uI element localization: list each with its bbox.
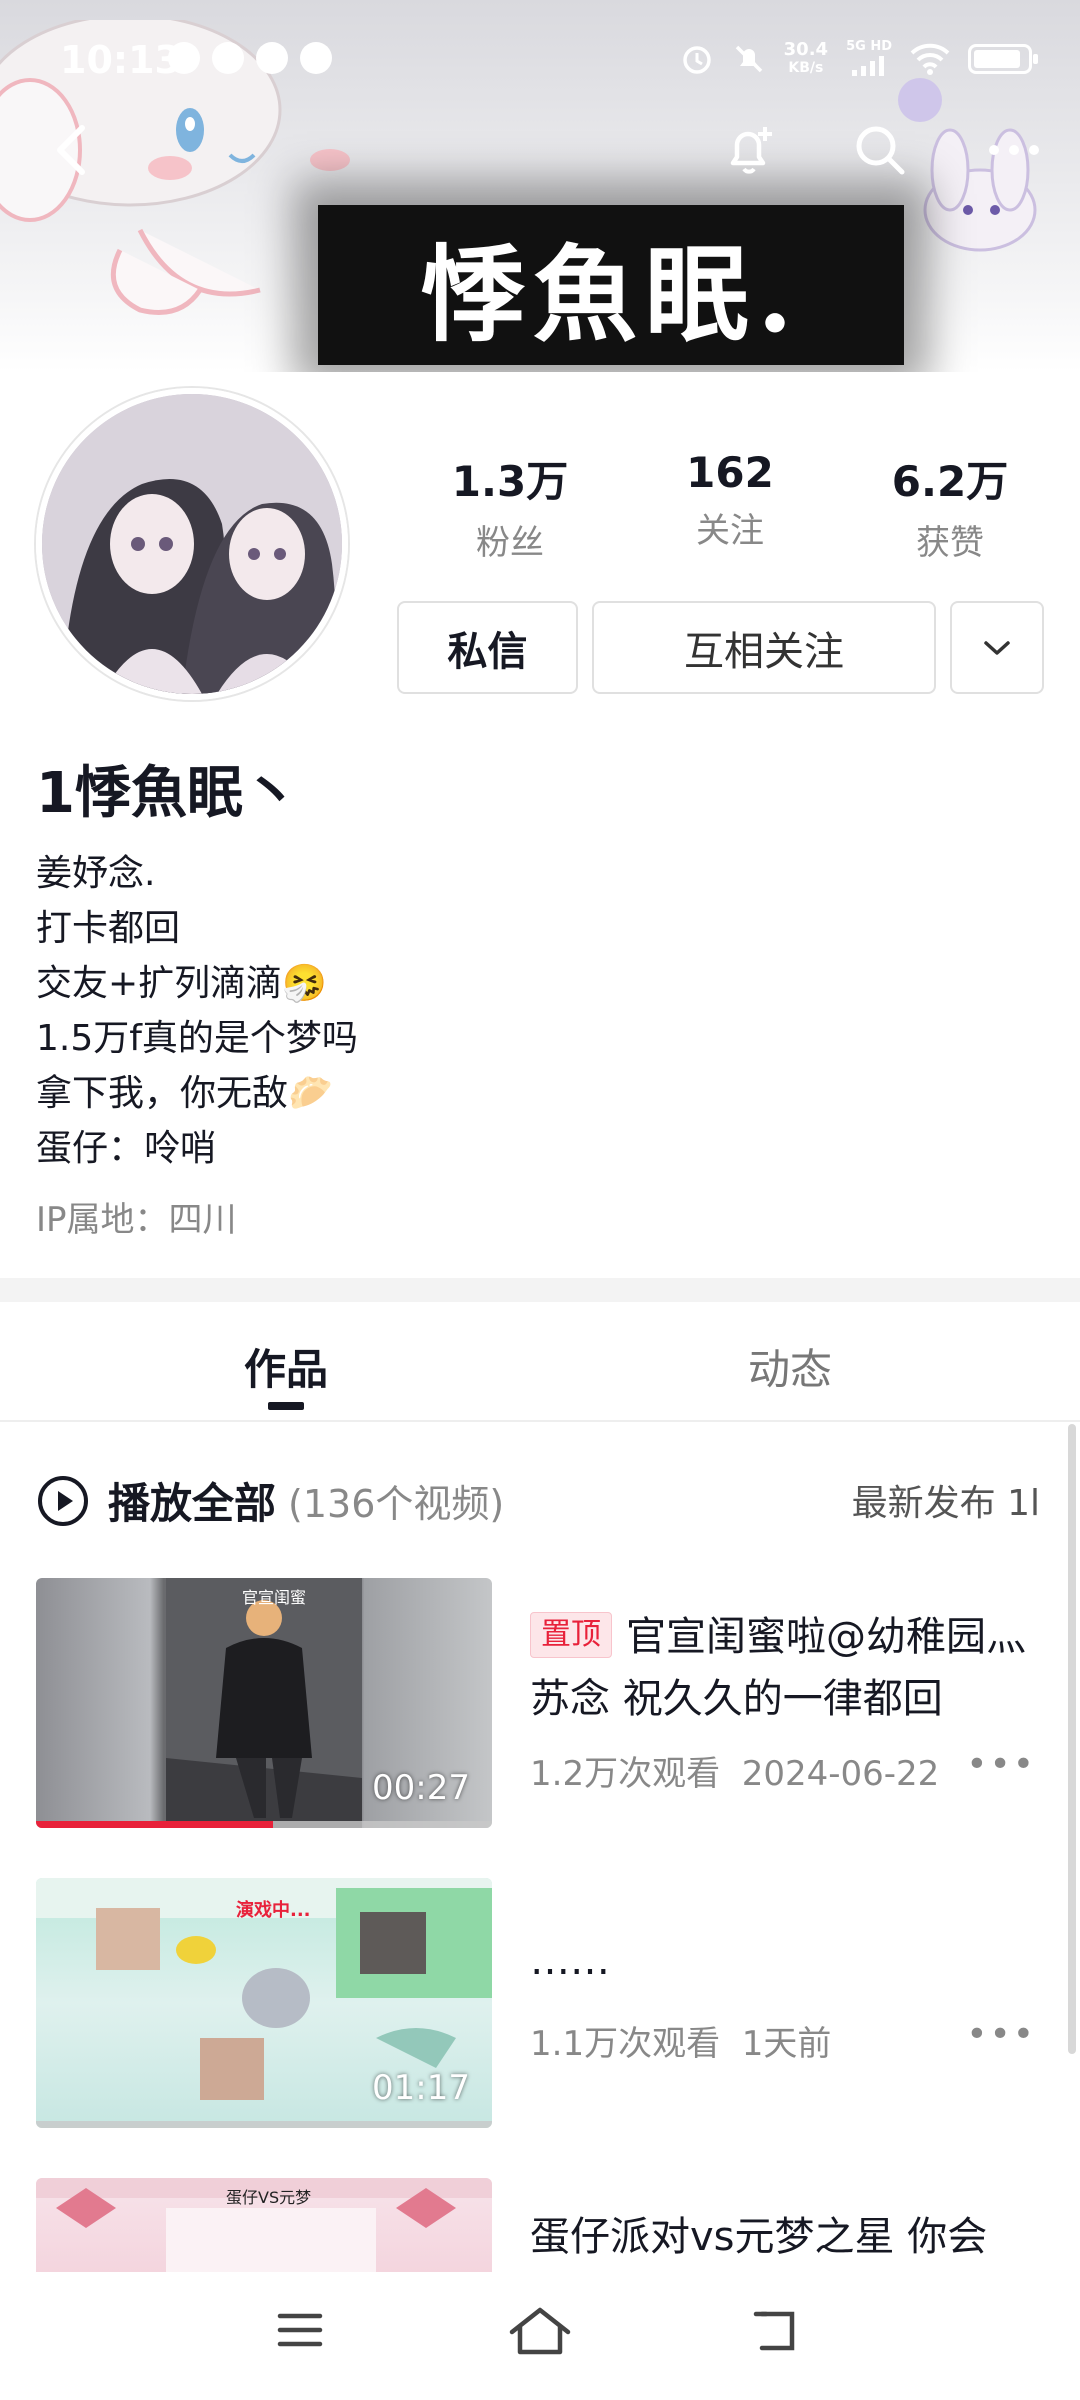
search-button[interactable]	[840, 110, 920, 190]
system-nav-bar	[0, 2272, 1080, 2400]
stat-followers[interactable]: 1.3万 粉丝	[400, 448, 620, 564]
play-all-label: 播放全部	[108, 1479, 277, 1528]
battery-icon	[968, 44, 1038, 74]
stat-following[interactable]: 162 关注	[620, 448, 840, 564]
video-duration: 01:17	[372, 2068, 470, 2108]
tab-works[interactable]: 作品	[244, 1336, 328, 1397]
status-time: 10:13	[60, 38, 181, 82]
more-options-button[interactable]	[974, 110, 1054, 190]
back-button[interactable]	[32, 110, 112, 190]
thumbnail-caption: 演戏中...	[236, 1900, 311, 1921]
alarm-icon	[682, 46, 711, 74]
network-speed: 30.4 KB/s	[783, 39, 829, 77]
more-dots-icon	[989, 145, 1039, 155]
thumbnail-caption: 官宣闺蜜	[242, 1588, 307, 1607]
search-icon	[856, 126, 905, 175]
video-title[interactable]: 置顶 官宣闺蜜啦@幼稚园灬苏念 祝久久的一律都回	[530, 1606, 1050, 1730]
stat-value: 162	[686, 448, 774, 497]
bio-line: 蛋仔：呤哨	[36, 1128, 217, 1169]
nickname: 1悸魚眠丶	[36, 761, 299, 826]
mute-icon	[735, 45, 762, 73]
network-type: 5G HD	[846, 38, 892, 80]
video-more-button[interactable]: •••	[966, 2014, 1036, 2055]
avatar[interactable]	[36, 388, 348, 700]
app-notification-icon	[168, 42, 200, 74]
mutual-follow-button[interactable]: 互相关注	[592, 601, 936, 694]
tab-feed[interactable]: 动态	[748, 1336, 832, 1397]
pinned-badge: 置顶	[530, 1612, 612, 1658]
recommend-expand-button[interactable]	[950, 601, 1044, 694]
menu-icon[interactable]	[276, 2306, 324, 2354]
play-circle-icon	[38, 1475, 88, 1526]
wechat-notification-icon	[256, 42, 288, 74]
video-title[interactable]: 蛋仔派对vs元梦之星 你会	[530, 2206, 1050, 2268]
view-count: 1.2万次观看	[530, 1754, 721, 1794]
video-more-button[interactable]: •••	[966, 1744, 1036, 1785]
thumbnail-caption: 蛋仔VS元梦	[226, 2188, 312, 2207]
bio-line: 打卡都回	[36, 908, 181, 949]
back-arrow-icon	[57, 125, 85, 175]
bio-line: 拿下我，你无敌🥟	[36, 1073, 333, 1114]
wifi-icon	[910, 43, 950, 75]
stat-label: 获赞	[916, 523, 984, 563]
stat-value: 1.3万	[451, 457, 569, 506]
banner-title: 悸魚眠.	[318, 205, 904, 365]
chat-notification-icon	[300, 42, 332, 74]
video-duration: 00:27	[372, 1768, 470, 1808]
active-tab-indicator	[268, 1402, 304, 1410]
bio-line: 交友+扩列滴滴🤧	[36, 963, 327, 1004]
play-all-button[interactable]: 播放全部 (136个视频)	[36, 1470, 504, 1531]
video-thumbnail[interactable]: 演戏中... 01:17	[36, 1878, 492, 2128]
signal-icon	[852, 56, 885, 76]
stat-value: 6.2万	[891, 457, 1009, 506]
profile-stats: 1.3万 粉丝 162 关注 6.2万 获赞	[400, 448, 1060, 564]
home-icon[interactable]	[508, 2306, 572, 2358]
watch-progress	[36, 1821, 492, 1828]
video-meta: 1.2万次观看 2024-06-22	[530, 1746, 939, 1795]
watch-progress	[36, 2121, 492, 2128]
bio: 姜妤念. 打卡都回 交友+扩列滴滴🤧 1.5万f真的是个梦吗 拿下我，你无敌🥟 …	[36, 846, 358, 1176]
back-icon[interactable]	[752, 2306, 804, 2354]
chevron-down-icon	[984, 640, 1010, 655]
stat-label: 关注	[696, 511, 764, 551]
video-thumbnail[interactable]: 蛋仔VS元梦	[36, 2178, 492, 2272]
section-divider	[0, 1278, 1080, 1302]
bio-line: 姜妤念.	[36, 853, 156, 894]
publish-date: 1天前	[741, 2024, 832, 2064]
stat-likes[interactable]: 6.2万 获赞	[840, 448, 1060, 564]
message-notification-icon	[212, 42, 244, 74]
bell-plus-icon	[730, 127, 772, 174]
view-count: 1.1万次观看	[530, 2024, 721, 2064]
sort-button[interactable]: 最新发布 1l	[852, 1474, 1040, 1526]
message-button[interactable]: 私信	[397, 601, 578, 694]
ip-location: IP属地：四川	[36, 1200, 237, 1240]
publish-date: 2024-06-22	[741, 1754, 940, 1794]
profile-actions: 私信 互相关注	[397, 601, 1044, 694]
video-count: (136个视频)	[288, 1482, 505, 1526]
content-tabs: 作品 动态	[0, 1302, 1080, 1422]
stat-label: 粉丝	[476, 523, 544, 563]
avatar-image	[42, 394, 342, 694]
video-title[interactable]: ……	[530, 1930, 1050, 1992]
video-thumbnail[interactable]: 官宣闺蜜 00:27	[36, 1578, 492, 1828]
follow-notify-button[interactable]	[710, 110, 790, 190]
video-meta: 1.1万次观看 1天前	[530, 2016, 831, 2065]
bio-line: 1.5万f真的是个梦吗	[36, 1018, 358, 1059]
scrollbar[interactable]	[1068, 1424, 1076, 2054]
status-bar: 10:13 30.4 KB/s 5G HD	[0, 0, 1080, 120]
watch-progress-fill	[36, 1821, 274, 1828]
